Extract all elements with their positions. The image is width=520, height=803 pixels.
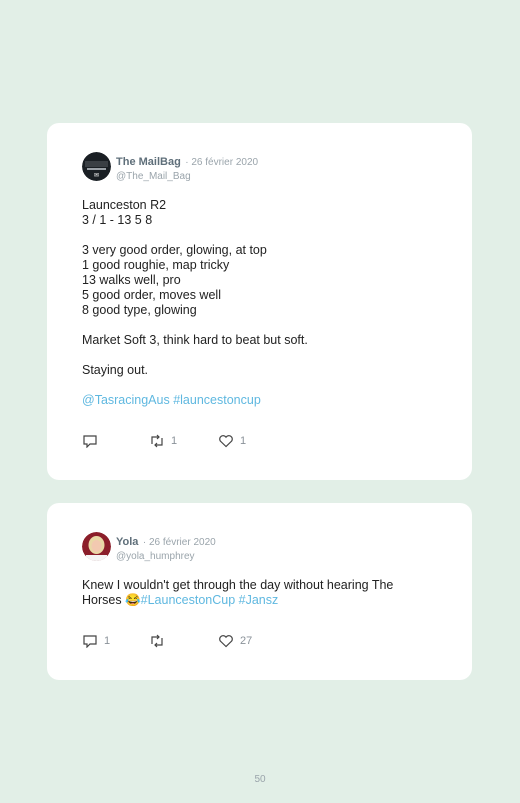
avatar[interactable]	[82, 532, 111, 561]
reply-icon	[83, 435, 97, 448]
tweet-line: 3 very good order, glowing, at top	[82, 243, 267, 257]
tweet-card[interactable]: Yola · 26 février 2020 @yola_humphrey Kn…	[47, 503, 472, 680]
retweet-icon	[151, 634, 163, 648]
tweet-mentions[interactable]: @TasracingAus #launcestoncup	[82, 393, 442, 408]
tweet-text: Knew I wouldn't get through the day with…	[82, 578, 442, 608]
page-number: 50	[254, 774, 266, 785]
tweet-hashtags[interactable]: #LauncestonCup #Jansz	[141, 593, 279, 607]
tweet-line: 8 good type, glowing	[82, 303, 197, 317]
tweet-text: Launceston R2 3 / 1 - 13 5 8 3 very good…	[82, 198, 442, 408]
tweet-line: Staying out.	[82, 363, 149, 377]
tweet-date[interactable]: · 26 février 2020	[143, 537, 216, 548]
tweet-line: Launceston R2	[82, 198, 167, 212]
tweet-line: Market Soft 3, think hard to beat but so…	[82, 333, 308, 347]
reply-count: 1	[104, 635, 111, 647]
tweet-date[interactable]: · 26 février 2020	[185, 157, 258, 168]
like-button[interactable]: 1	[218, 434, 246, 448]
like-count: 1	[240, 435, 247, 447]
tweet-line: Knew I wouldn't get through the day with…	[82, 578, 394, 592]
like-icon	[219, 435, 233, 448]
tweet-line: 3 / 1 - 13 5 8	[82, 213, 153, 227]
author-handle[interactable]: @yola_humphrey	[116, 551, 216, 562]
svg-text:✉: ✉	[94, 173, 99, 179]
tweet-line	[82, 348, 442, 363]
like-icon	[219, 635, 233, 648]
reply-button[interactable]	[82, 434, 104, 448]
reply-button[interactable]: 1	[82, 634, 110, 648]
tweet-line: 5 good order, moves well	[82, 288, 221, 302]
retweet-count: 1	[171, 435, 178, 447]
retweet-button[interactable]	[149, 634, 171, 648]
tweet-header: The MailBag · 26 février 2020 @The_Mail_…	[116, 152, 258, 182]
reply-icon	[83, 635, 97, 648]
tweet-line: Horses 😂#LauncestonCup #Jansz	[82, 593, 442, 608]
like-count: 27	[240, 635, 253, 647]
tweet-line	[82, 378, 442, 393]
like-button[interactable]: 27	[218, 634, 252, 648]
retweet-button[interactable]: 1	[149, 434, 177, 448]
author-name[interactable]: The MailBag	[116, 156, 181, 168]
author-handle[interactable]: @The_Mail_Bag	[116, 171, 258, 182]
retweet-icon	[151, 434, 163, 448]
tweet-text-plain: Horses 😂	[82, 593, 141, 607]
tweet-line: 1 good roughie, map tricky	[82, 258, 230, 272]
author-name[interactable]: Yola	[116, 536, 138, 548]
tweet-header: Yola · 26 février 2020 @yola_humphrey	[116, 532, 216, 562]
tweet-line	[82, 228, 442, 243]
avatar[interactable]: ✉	[82, 152, 111, 181]
tweet-line	[82, 318, 442, 333]
tweet-line: 13 walks well, pro	[82, 273, 181, 287]
tweet-card[interactable]: ✉ The MailBag · 26 février 2020 @The_Mai…	[47, 123, 472, 480]
